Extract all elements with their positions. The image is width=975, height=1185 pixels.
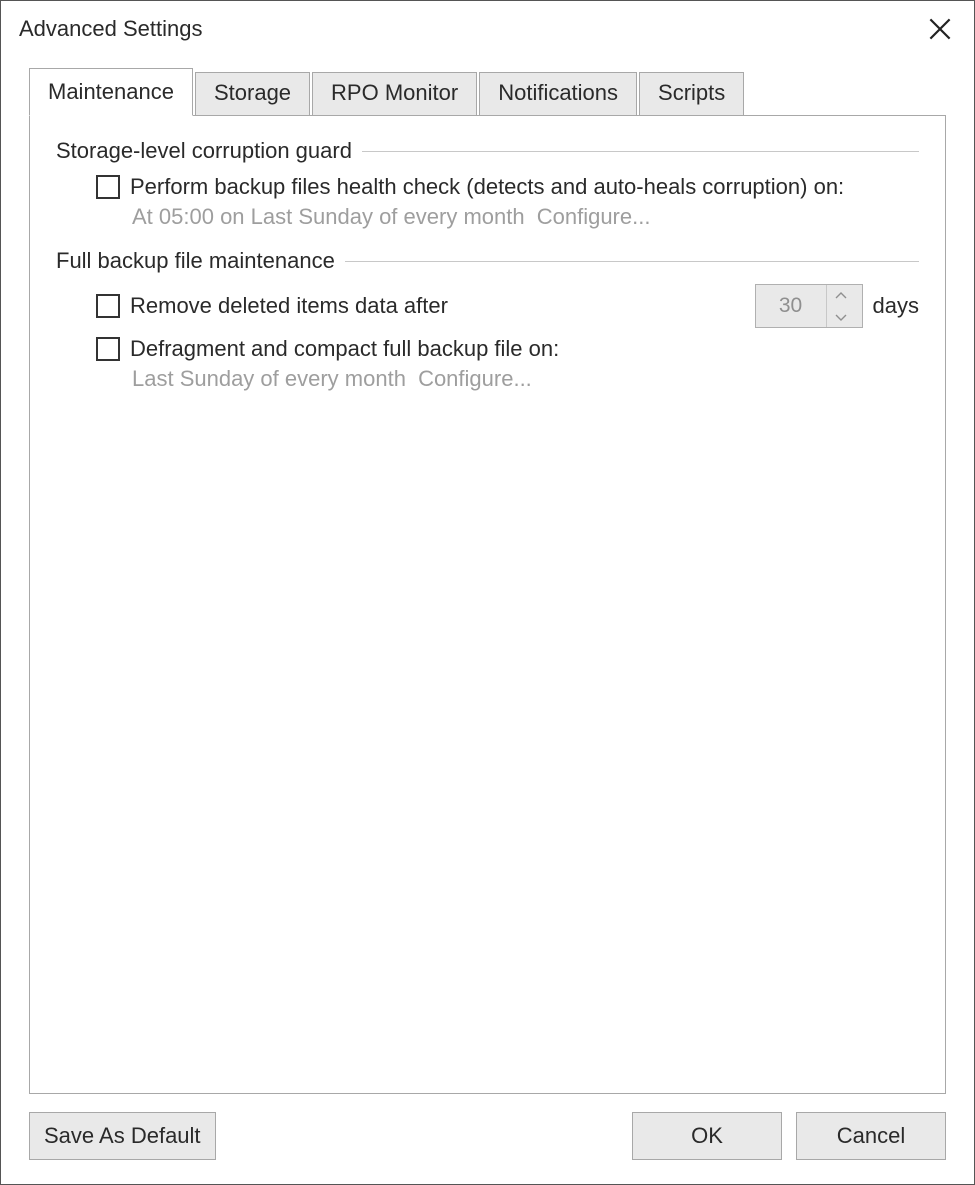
tab-label: RPO Monitor — [331, 80, 458, 105]
group-full-backup-maintenance: Full backup file maintenance Remove dele… — [56, 248, 919, 392]
save-as-default-button[interactable]: Save As Default — [29, 1112, 216, 1160]
defrag-label: Defragment and compact full backup file … — [130, 336, 559, 362]
defrag-schedule-row: Last Sunday of every month Configure... — [132, 366, 919, 392]
spinner-arrows — [826, 285, 856, 327]
tab-storage[interactable]: Storage — [195, 72, 310, 116]
close-button[interactable] — [920, 9, 960, 49]
remove-deleted-unit: days — [873, 293, 919, 319]
window-title: Advanced Settings — [19, 16, 202, 42]
cancel-button[interactable]: Cancel — [796, 1112, 946, 1160]
titlebar: Advanced Settings — [1, 1, 974, 67]
group-divider — [362, 151, 919, 152]
advanced-settings-dialog: Advanced Settings Maintenance Storage RP… — [0, 0, 975, 1185]
defrag-schedule-text: Last Sunday of every month — [132, 366, 406, 391]
button-label: Save As Default — [44, 1123, 201, 1148]
tab-maintenance[interactable]: Maintenance — [29, 68, 193, 116]
tab-notifications[interactable]: Notifications — [479, 72, 637, 116]
tab-rpo-monitor[interactable]: RPO Monitor — [312, 72, 477, 116]
remove-deleted-days-input[interactable] — [756, 285, 826, 327]
remove-deleted-label: Remove deleted items data after — [130, 293, 448, 319]
checkbox-defrag[interactable] — [96, 337, 120, 361]
close-icon — [929, 18, 951, 40]
button-label: OK — [691, 1123, 723, 1148]
tab-label: Scripts — [658, 80, 725, 105]
tab-strip: Maintenance Storage RPO Monitor Notifica… — [29, 67, 946, 115]
group-title: Storage-level corruption guard — [56, 138, 352, 164]
group-header: Storage-level corruption guard — [56, 138, 919, 164]
tab-label: Notifications — [498, 80, 618, 105]
remove-deleted-days-spinner[interactable] — [755, 284, 863, 328]
button-label: Cancel — [837, 1123, 905, 1148]
group-title: Full backup file maintenance — [56, 248, 335, 274]
healthcheck-schedule-row: At 05:00 on Last Sunday of every month C… — [132, 204, 919, 230]
chevron-down-icon — [835, 313, 847, 321]
chevron-up-icon — [835, 292, 847, 300]
spinner-down[interactable] — [827, 306, 856, 327]
spinner-up[interactable] — [827, 285, 856, 306]
healthcheck-label: Perform backup files health check (detec… — [130, 174, 844, 200]
tab-label: Storage — [214, 80, 291, 105]
tab-panel-maintenance: Storage-level corruption guard Perform b… — [29, 115, 946, 1094]
tab-label: Maintenance — [48, 79, 174, 104]
checkbox-remove-deleted[interactable] — [96, 294, 120, 318]
group-storage-corruption-guard: Storage-level corruption guard Perform b… — [56, 138, 919, 230]
ok-button[interactable]: OK — [632, 1112, 782, 1160]
group-header: Full backup file maintenance — [56, 248, 919, 274]
defrag-configure-link[interactable]: Configure... — [418, 366, 532, 391]
row-remove-deleted: Remove deleted items data after days — [96, 284, 919, 328]
dialog-button-row: Save As Default OK Cancel — [1, 1112, 974, 1184]
healthcheck-schedule-text: At 05:00 on Last Sunday of every month — [132, 204, 525, 229]
tab-scripts[interactable]: Scripts — [639, 72, 744, 116]
row-healthcheck: Perform backup files health check (detec… — [96, 174, 919, 200]
healthcheck-configure-link[interactable]: Configure... — [537, 204, 651, 229]
group-divider — [345, 261, 919, 262]
row-defrag: Defragment and compact full backup file … — [96, 336, 919, 362]
checkbox-healthcheck[interactable] — [96, 175, 120, 199]
